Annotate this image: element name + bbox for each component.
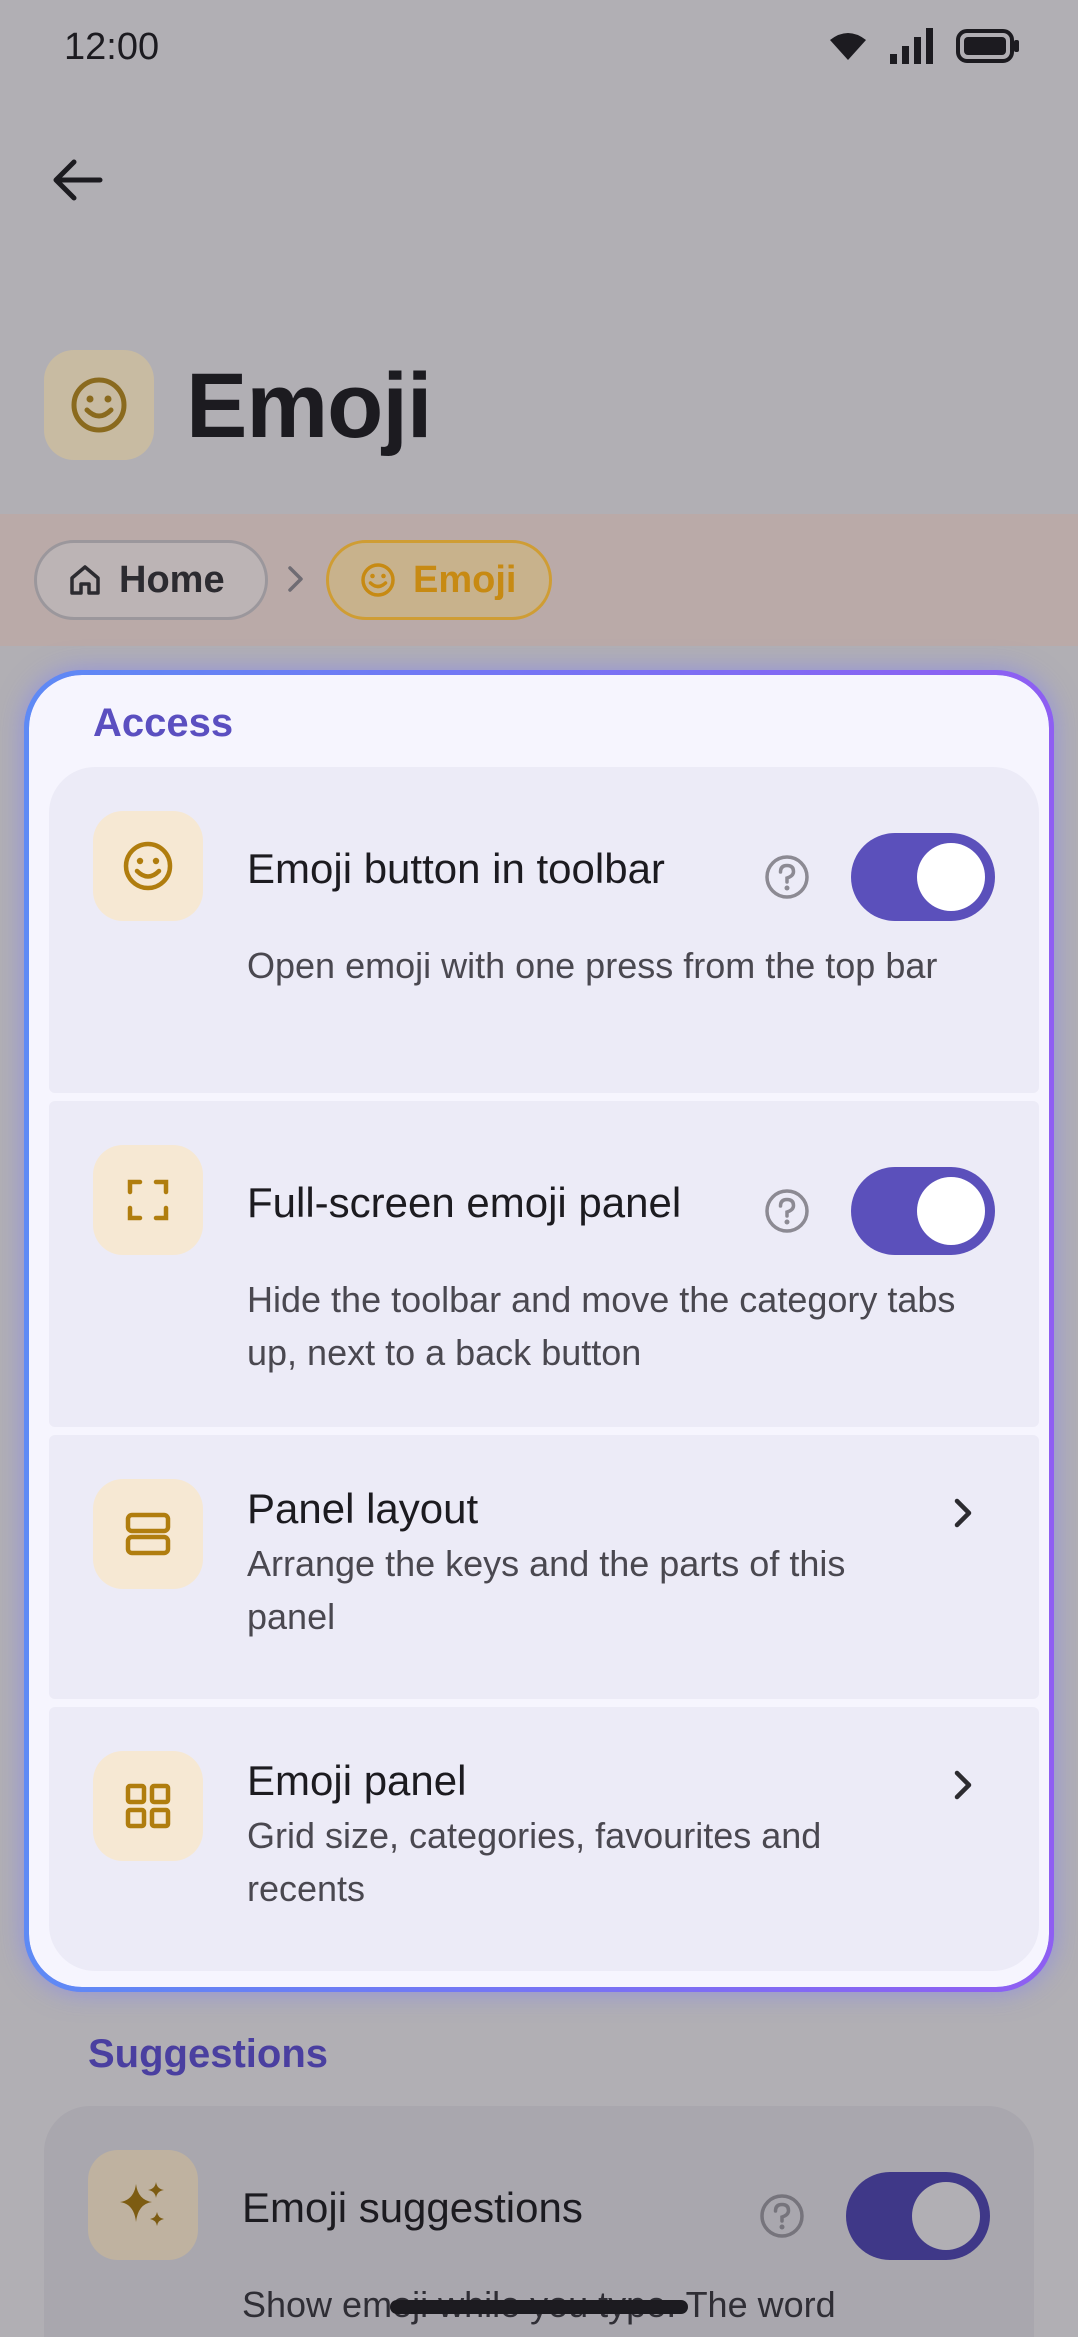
help-icon[interactable] <box>763 853 811 901</box>
help-icon[interactable] <box>763 1187 811 1235</box>
emoji-title-icon <box>44 350 154 460</box>
row-icon-bg <box>93 1145 203 1255</box>
setting-title: Full-screen emoji panel <box>247 1179 682 1226</box>
navigation-handle[interactable] <box>390 2300 688 2314</box>
back-button[interactable] <box>46 148 110 212</box>
setting-title: Panel layout <box>247 1485 479 1532</box>
row-icon-bg <box>93 1751 203 1861</box>
setting-description: Open emoji with one press from the top b… <box>247 945 938 986</box>
access-section-card: Access Emoji button in toolbar Open emoj… <box>24 670 1054 1992</box>
toggle-switch[interactable] <box>851 1167 995 1255</box>
breadcrumb-home[interactable]: Home <box>34 540 268 620</box>
setting-full-screen-panel[interactable]: Full-screen emoji panel Hide the toolbar… <box>49 1101 1039 1427</box>
smiley-icon <box>123 841 173 891</box>
signal-icon <box>890 28 933 64</box>
toggle-knob <box>917 843 985 911</box>
smiley-icon <box>361 563 395 597</box>
grid-icon <box>125 1783 171 1829</box>
smiley-icon <box>71 377 127 433</box>
chevron-right-icon <box>954 1770 972 1800</box>
status-bar: 12:00 <box>0 0 1078 96</box>
page-title: Emoji <box>186 355 432 457</box>
chevron-right-icon <box>954 1498 972 1528</box>
breadcrumb-emoji-label: Emoji <box>413 558 517 601</box>
battery-icon <box>956 29 1019 63</box>
setting-panel-layout[interactable]: Panel layout Arrange the keys and the pa… <box>49 1435 1039 1699</box>
toggle-switch[interactable] <box>851 833 995 921</box>
setting-description: Grid size, categories, favourites and re… <box>247 1815 822 1909</box>
section-title-access: Access <box>93 701 234 745</box>
sparkles-icon <box>120 2182 164 2226</box>
row-icon-bg <box>93 1479 203 1589</box>
section-title-suggestions: Suggestions <box>88 2032 329 2076</box>
toggle-switch[interactable] <box>846 2172 990 2260</box>
breadcrumb-emoji[interactable]: Emoji <box>326 540 552 620</box>
row-icon-bg <box>93 811 203 921</box>
setting-title: Emoji suggestions <box>242 2184 583 2231</box>
setting-title: Emoji button in toolbar <box>247 845 665 892</box>
setting-emoji-button-toolbar[interactable]: Emoji button in toolbar Open emoji with … <box>49 767 1039 1093</box>
home-icon <box>70 565 100 595</box>
arrow-left-icon <box>53 159 103 201</box>
setting-emoji-panel[interactable]: Emoji panel Grid size, categories, favou… <box>49 1707 1039 1971</box>
setting-description: Arrange the keys and the parts of this p… <box>247 1543 846 1637</box>
help-icon[interactable] <box>758 2192 806 2240</box>
toggle-knob <box>917 1177 985 1245</box>
setting-title: Emoji panel <box>247 1757 467 1804</box>
toggle-knob <box>912 2182 980 2250</box>
status-time: 12:00 <box>64 26 160 68</box>
fullscreen-icon <box>127 1179 169 1221</box>
breadcrumb-separator-icon <box>288 566 303 592</box>
setting-description: Hide the toolbar and move the category t… <box>247 1279 956 1373</box>
breadcrumb-home-label: Home <box>119 558 225 601</box>
status-icons <box>828 28 1020 64</box>
wifi-icon <box>830 33 866 60</box>
row-icon-bg <box>88 2150 198 2260</box>
layout-rows-icon <box>125 1512 171 1556</box>
